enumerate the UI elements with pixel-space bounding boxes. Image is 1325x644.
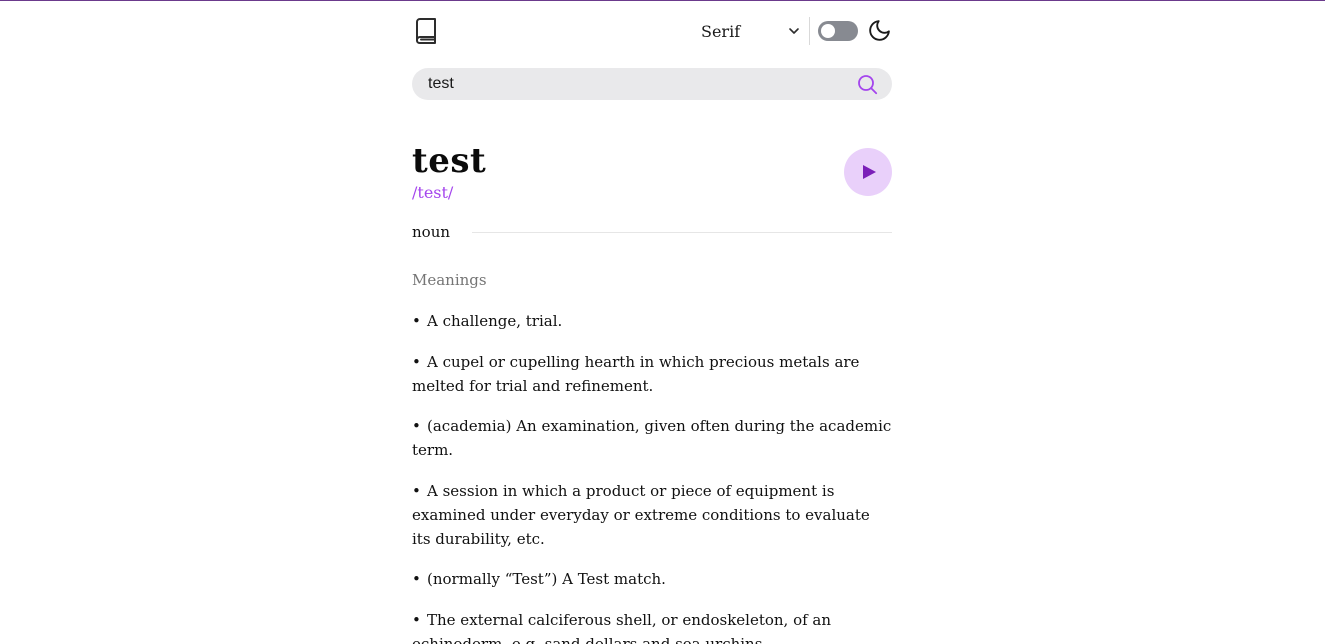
play-audio-button[interactable] xyxy=(844,148,892,196)
moon-icon[interactable] xyxy=(867,18,892,43)
bullet: • xyxy=(412,570,421,588)
header-divider xyxy=(809,17,810,45)
toggle-knob xyxy=(821,24,835,38)
bullet: • xyxy=(412,312,421,330)
bullet: • xyxy=(412,352,421,371)
search-bar xyxy=(412,68,892,100)
definition-text: A cupel or cupelling hearth in which pre… xyxy=(412,352,860,395)
search-icon[interactable] xyxy=(857,74,878,95)
theme-toggle[interactable] xyxy=(818,21,858,41)
font-select-value: Serif xyxy=(701,21,741,41)
entry-phonetic: /test/ xyxy=(412,183,454,202)
meanings-heading: Meanings xyxy=(412,271,487,289)
part-of-speech-row: noun xyxy=(412,223,892,243)
bullet: • xyxy=(412,481,421,500)
definition-item: • The external calciferous shell, or endo… xyxy=(412,608,892,644)
bullet: • xyxy=(412,417,421,435)
play-icon xyxy=(863,165,876,179)
definition-item: • A challenge, trial. xyxy=(412,309,892,333)
definition-item: • (academia) An examination, given often … xyxy=(412,414,892,462)
font-select[interactable]: Serif xyxy=(701,20,801,42)
definition-item: • (normally “Test”) A Test match. xyxy=(412,567,892,591)
definition-text: (normally “Test”) A Test match. xyxy=(427,570,666,588)
bullet: • xyxy=(412,610,421,629)
search-input[interactable] xyxy=(428,68,848,100)
definition-item: • A session in which a product or piece o… xyxy=(412,479,892,551)
definition-item: • A cupel or cupelling hearth in which pr… xyxy=(412,350,892,398)
part-of-speech-divider xyxy=(472,232,892,233)
definition-text: A challenge, trial. xyxy=(427,312,563,330)
entry-word: test xyxy=(412,141,487,181)
header: Serif xyxy=(412,1,892,61)
definition-text: (academia) An examination, given often d… xyxy=(412,417,892,459)
book-icon[interactable] xyxy=(414,18,438,44)
part-of-speech: noun xyxy=(412,223,451,241)
definition-text: The external calciferous shell, or endos… xyxy=(412,610,832,644)
definition-text: A session in which a product or piece of… xyxy=(412,481,870,548)
chevron-down-icon xyxy=(789,28,799,34)
definitions-list: • A challenge, trial. • A cupel or cupelli… xyxy=(412,309,892,644)
app: Serif test /test/ noun Meanings •A xyxy=(412,1,892,644)
